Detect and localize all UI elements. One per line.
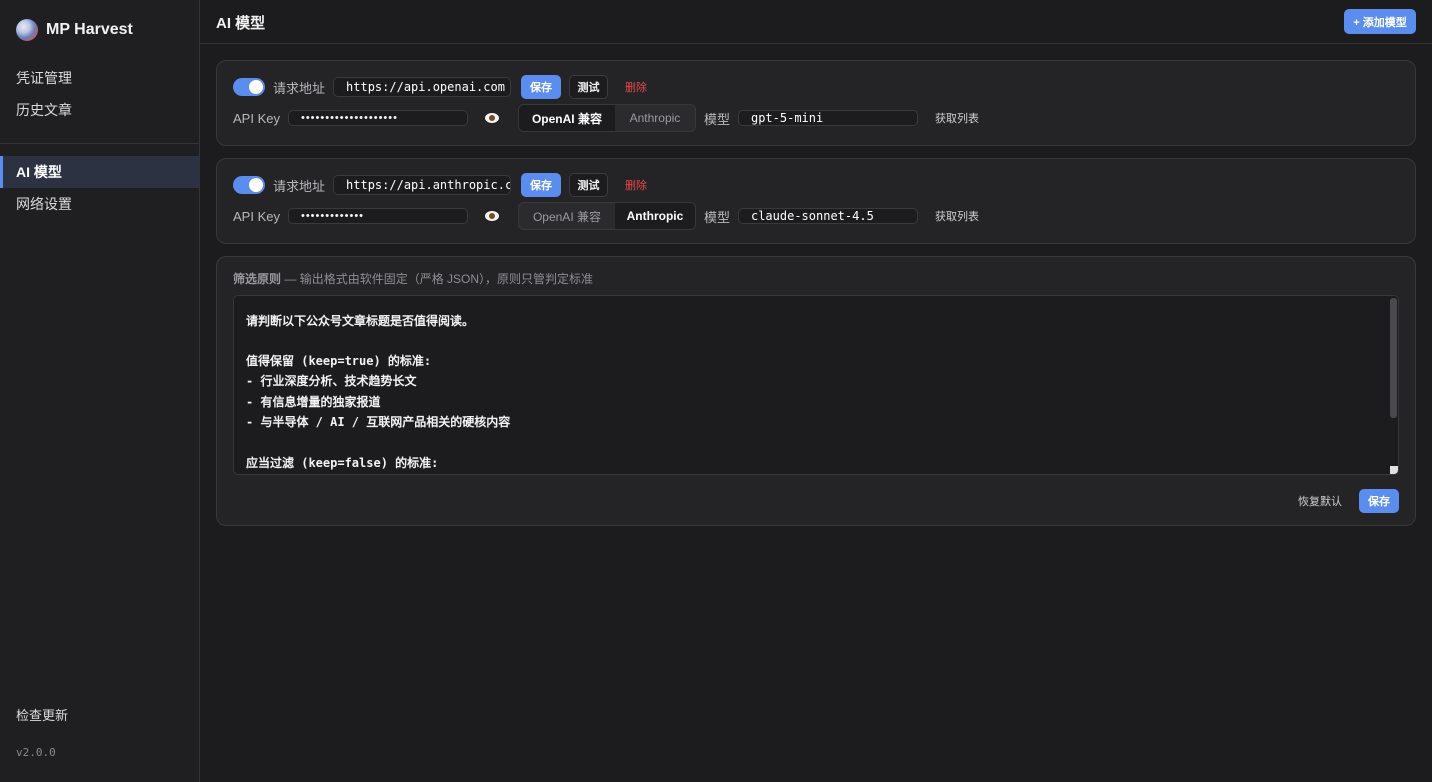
- api-key-input[interactable]: •••••••••••••: [287, 208, 468, 224]
- app-name: MP Harvest: [46, 21, 133, 38]
- url-input[interactable]: https://api.openai.com: [333, 77, 512, 97]
- save-model-button[interactable]: 保存: [521, 173, 562, 197]
- rules-card: 筛选原则 — 输出格式由软件固定（严格 JSON），原则只管判定标准 请判断以下…: [216, 256, 1416, 526]
- restore-default-button[interactable]: 恢复默认: [1298, 493, 1342, 509]
- rules-heading: 筛选原则 — 输出格式由软件固定（严格 JSON），原则只管判定标准: [233, 270, 593, 287]
- version-label: v2.0.0: [16, 746, 56, 759]
- test-model-button[interactable]: 测试: [569, 75, 609, 99]
- model-enabled-toggle[interactable]: [233, 176, 265, 194]
- sidebar-divider: [0, 143, 199, 144]
- api-key-input[interactable]: ••••••••••••••••••••: [287, 110, 468, 126]
- provider-option-anthropic[interactable]: Anthropic: [615, 105, 695, 131]
- model-key-row: API Key •••••••••••••••••••• OpenAI 兼容 A…: [233, 104, 979, 132]
- brand: MP Harvest: [16, 19, 133, 41]
- page-title: AI 模型: [216, 15, 266, 32]
- model-input[interactable]: gpt-5-mini: [737, 110, 918, 126]
- eye-icon[interactable]: [484, 211, 499, 221]
- model-enabled-toggle[interactable]: [233, 78, 265, 96]
- url-label: 请求地址: [273, 178, 326, 194]
- test-model-button[interactable]: 测试: [569, 173, 609, 197]
- model-card: 请求地址 https://api.anthropic.com 保存 测试 删除 …: [216, 158, 1416, 244]
- save-model-button[interactable]: 保存: [521, 75, 562, 99]
- save-rules-button[interactable]: 保存: [1359, 489, 1399, 513]
- delete-model-button[interactable]: 删除: [625, 177, 647, 193]
- sidebar-item-history[interactable]: 历史文章: [0, 94, 199, 126]
- fetch-list-button[interactable]: 获取列表: [935, 110, 979, 126]
- model-url-row: 请求地址 https://api.anthropic.com 保存 测试 删除: [233, 173, 647, 197]
- sidebar-item-credentials[interactable]: 凭证管理: [0, 62, 199, 94]
- provider-segmented-control: OpenAI 兼容 Anthropic: [517, 104, 696, 132]
- model-label: 模型: [703, 209, 730, 225]
- resize-handle-icon[interactable]: [1390, 466, 1398, 474]
- rules-line: - 行业深度分析、技术趋势长文: [246, 374, 417, 388]
- model-key-row: API Key ••••••••••••• OpenAI 兼容 Anthropi…: [233, 202, 979, 230]
- provider-option-openai[interactable]: OpenAI 兼容: [519, 203, 615, 229]
- api-key-label: API Key: [233, 110, 280, 126]
- model-label: 模型: [703, 111, 730, 127]
- header: AI 模型 + 添加模型: [200, 0, 1432, 44]
- rules-title: 筛选原则: [233, 272, 282, 286]
- rules-line: - 与半导体 / AI / 互联网产品相关的硬核内容: [246, 415, 511, 429]
- add-model-button[interactable]: + 添加模型: [1344, 9, 1416, 34]
- rules-line: 值得保留 (keep=true) 的标准:: [246, 354, 432, 368]
- provider-option-openai[interactable]: OpenAI 兼容: [518, 105, 615, 131]
- rules-textarea[interactable]: 请判断以下公众号文章标题是否值得阅读。 值得保留 (keep=true) 的标准…: [233, 295, 1399, 475]
- model-input[interactable]: claude-sonnet-4.5: [737, 208, 918, 224]
- textarea-scrollbar[interactable]: [1390, 298, 1397, 418]
- model-card: 请求地址 https://api.openai.com 保存 测试 删除 API…: [216, 60, 1416, 146]
- app-logo-icon: [16, 19, 38, 41]
- provider-option-anthropic[interactable]: Anthropic: [614, 203, 695, 229]
- provider-segmented-control: OpenAI 兼容 Anthropic: [517, 202, 696, 230]
- sidebar: MP Harvest 凭证管理 历史文章 AI 模型 网络设置 检查更新 v2.…: [0, 0, 200, 782]
- delete-model-button[interactable]: 删除: [625, 79, 647, 95]
- api-key-label: API Key: [233, 208, 280, 224]
- url-label: 请求地址: [273, 80, 326, 96]
- rules-line: 应当过滤 (keep=false) 的标准:: [246, 456, 439, 470]
- sidebar-item-ai-models[interactable]: AI 模型: [0, 156, 199, 188]
- rules-line: 请判断以下公众号文章标题是否值得阅读。: [246, 314, 475, 328]
- sidebar-item-network[interactable]: 网络设置: [0, 188, 199, 220]
- fetch-list-button[interactable]: 获取列表: [935, 208, 979, 224]
- rules-subtitle: — 输出格式由软件固定（严格 JSON），原则只管判定标准: [284, 272, 594, 286]
- url-input[interactable]: https://api.anthropic.com: [333, 175, 512, 195]
- model-url-row: 请求地址 https://api.openai.com 保存 测试 删除: [233, 75, 647, 99]
- check-update-link[interactable]: 检查更新: [16, 705, 68, 724]
- eye-icon[interactable]: [484, 113, 499, 123]
- rules-line: - 有信息增量的独家报道: [246, 395, 381, 409]
